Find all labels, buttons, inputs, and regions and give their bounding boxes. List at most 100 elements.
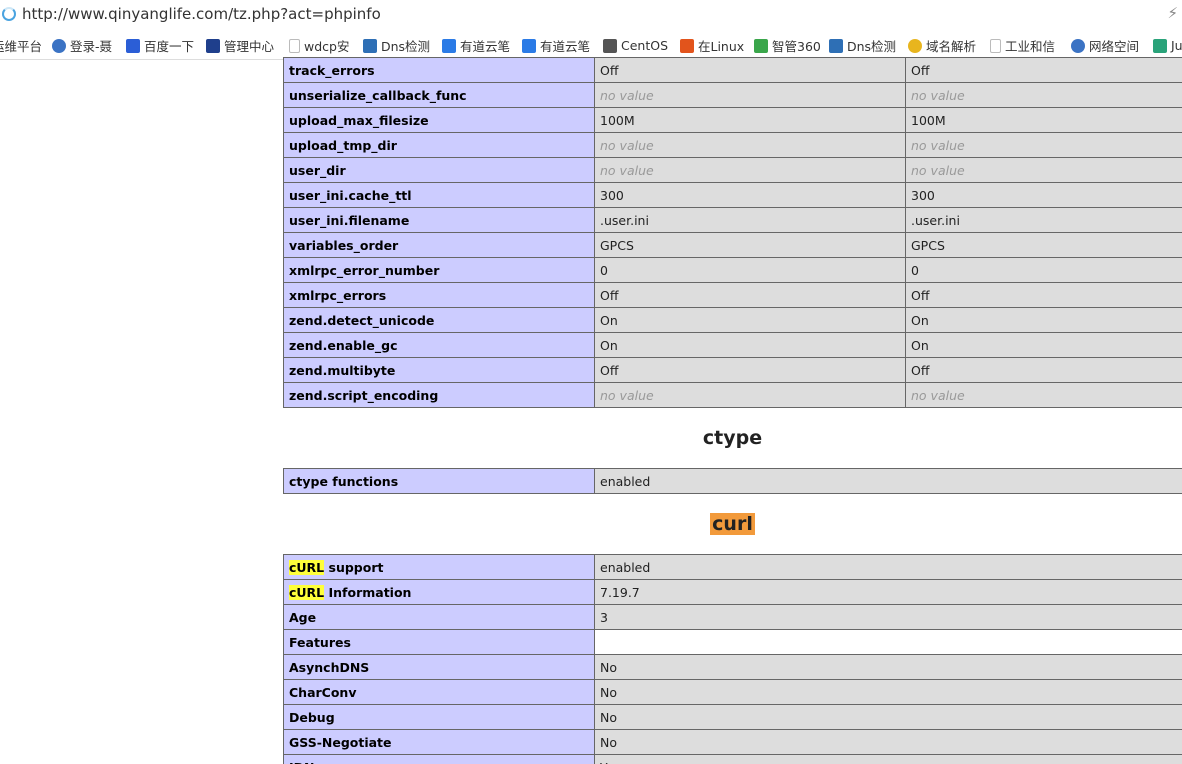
- value-text: 300: [911, 187, 935, 203]
- bookmark-item[interactable]: 管理中心: [206, 37, 274, 54]
- table-row: IDN Yes: [283, 754, 1182, 764]
- feature-value: No: [594, 729, 1182, 755]
- value-text: Off: [600, 62, 619, 78]
- bookmark-label: 有道云笔: [540, 39, 591, 54]
- feature-value: 3: [594, 604, 1182, 630]
- local-value: 0: [594, 257, 906, 283]
- bookmark-item[interactable]: Dns检测: [363, 37, 430, 54]
- bookmark-label: CentOS: [621, 38, 669, 53]
- feature-label: Information: [324, 584, 412, 600]
- bookmark-item[interactable]: 登录-聂: [52, 37, 112, 54]
- table-row: GSS-Negotiate No: [283, 729, 1182, 755]
- value-text: no value: [911, 137, 965, 153]
- feature-label: Age: [289, 609, 317, 625]
- chart-icon: [363, 38, 377, 53]
- value-text: no value: [600, 137, 654, 153]
- table-row: Features: [283, 629, 1182, 655]
- table-row: variables_order GPCS GPCS: [283, 232, 1182, 258]
- table-row: upload_tmp_dir no value no value: [283, 132, 1182, 158]
- bookmark-label: 网络空间: [1089, 39, 1140, 54]
- bookmark-label: Dns检测: [847, 39, 897, 54]
- directive-name: upload_tmp_dir: [283, 132, 595, 158]
- globe-icon: [52, 38, 66, 53]
- value-text: no value: [600, 387, 654, 403]
- master-value: On: [905, 307, 1182, 333]
- bookmark-item[interactable]: Ju: [1153, 37, 1182, 54]
- feature-value: enabled: [594, 554, 1182, 580]
- bookmark-item[interactable]: 有道云笔: [442, 37, 510, 54]
- feature-value: No: [594, 704, 1182, 730]
- feature-value: enabled: [594, 468, 1182, 494]
- master-value: Off: [905, 282, 1182, 308]
- feature-name: ctype functions: [283, 468, 595, 494]
- bookmark-item[interactable]: 运维平台: [0, 37, 42, 54]
- master-value: 0: [905, 257, 1182, 283]
- section-heading-ctype: ctype: [702, 427, 763, 449]
- chart-icon: [829, 38, 843, 53]
- config-table: track_errors Off Off unserialize_callback_f…: [283, 57, 1182, 408]
- value-text: 300: [600, 187, 624, 203]
- bookmarks-bar: 运维平台 登录-聂 百度一下 管理中心 wdcp安 Dns检测 有道云笔 有道云笔 CentOS…: [0, 30, 1182, 60]
- table-row: zend.script_encoding no value no value: [283, 382, 1182, 408]
- master-value: no value: [905, 382, 1182, 408]
- bookmark-label: 智管360: [772, 39, 821, 54]
- bookmark-label: 百度一下: [144, 39, 195, 54]
- value-text: Off: [600, 287, 619, 303]
- phpinfo-content: track_errors Off Off unserialize_callback_f…: [283, 57, 1182, 764]
- section-heading-curl: curl: [283, 494, 1182, 554]
- table-row: user_ini.cache_ttl 300 300: [283, 182, 1182, 208]
- bookmark-item[interactable]: 在Linux: [680, 37, 744, 54]
- bookmark-item[interactable]: Dns检测: [829, 37, 896, 54]
- feature-value: Yes: [594, 754, 1182, 764]
- bracket-icon: [680, 38, 694, 53]
- master-value: On: [905, 332, 1182, 358]
- feature-label: AsynchDNS: [289, 659, 370, 675]
- value-text: Off: [911, 362, 930, 378]
- feature-value: [594, 629, 1182, 655]
- bookmark-item[interactable]: 工业和信: [990, 37, 1055, 54]
- feature-value: No: [594, 654, 1182, 680]
- feature-name: Debug: [283, 704, 595, 730]
- feature-label: Debug: [289, 709, 335, 725]
- bookmark-item[interactable]: 网络空间: [1071, 37, 1139, 54]
- bookmark-item[interactable]: CentOS: [603, 37, 668, 54]
- value-text: GPCS: [911, 237, 945, 253]
- value-text: 100M: [911, 112, 946, 128]
- value-text: no value: [911, 387, 965, 403]
- table-row: track_errors Off Off: [283, 57, 1182, 83]
- bookmark-item[interactable]: 有道云笔: [522, 37, 590, 54]
- bookmark-label: 在Linux: [698, 39, 745, 54]
- ctype-table: ctype functions enabled: [283, 468, 1182, 494]
- table-row: zend.enable_gc On On: [283, 332, 1182, 358]
- table-row: AsynchDNS No: [283, 654, 1182, 680]
- value-text: no value: [911, 162, 965, 178]
- value-text: 0: [911, 262, 919, 278]
- local-value: no value: [594, 157, 906, 183]
- globe-icon: [1071, 38, 1085, 53]
- bookmark-item[interactable]: 智管360: [754, 37, 821, 54]
- lightning-icon[interactable]: ⚡: [1167, 4, 1178, 22]
- table-row: cURL support enabled: [283, 554, 1182, 580]
- table-row: unserialize_callback_func no value no valu…: [283, 82, 1182, 108]
- local-value: 100M: [594, 107, 906, 133]
- feature-name: GSS-Negotiate: [283, 729, 595, 755]
- bookmark-item[interactable]: 百度一下: [126, 37, 194, 54]
- bookmark-item[interactable]: 域名解析: [908, 37, 976, 54]
- master-value: .user.ini: [905, 207, 1182, 233]
- address-bar[interactable]: http://www.qinyanglife.com/tz.php?act=ph…: [0, 0, 1182, 30]
- url-text[interactable]: http://www.qinyanglife.com/tz.php?act=ph…: [22, 5, 381, 23]
- table-row: Age 3: [283, 604, 1182, 630]
- bookmark-label: 域名解析: [926, 39, 977, 54]
- bookmark-item[interactable]: wdcp安: [289, 37, 349, 54]
- feature-label: Features: [289, 634, 351, 650]
- curl-table: cURL support enabled cURL Information 7.19.…: [283, 554, 1182, 764]
- table-row: zend.detect_unicode On On: [283, 307, 1182, 333]
- local-value: GPCS: [594, 232, 906, 258]
- master-value: 100M: [905, 107, 1182, 133]
- search-highlight: cURL: [289, 559, 325, 575]
- bookmark-label: wdcp安: [304, 39, 350, 54]
- page-icon: [289, 38, 300, 53]
- paw-icon: [126, 38, 140, 53]
- local-value: On: [594, 332, 906, 358]
- value-text: no value: [911, 87, 965, 103]
